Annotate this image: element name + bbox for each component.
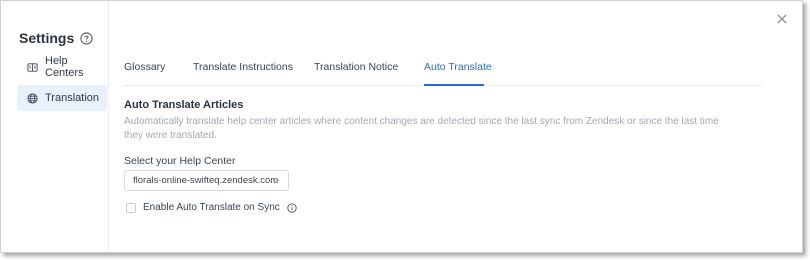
tab-translation-notice[interactable]: Translation Notice: [314, 61, 398, 73]
settings-title: Settings: [19, 30, 93, 46]
active-tab-indicator: [424, 84, 484, 86]
tab-translate-instructions[interactable]: Translate Instructions: [193, 61, 293, 73]
section-description: Automatically translate help center arti…: [124, 116, 719, 141]
enable-auto-translate-label[interactable]: Enable Auto Translate on Sync: [143, 202, 280, 213]
sidebar-item-translation[interactable]: Translation: [17, 85, 107, 111]
globe-icon: [27, 92, 38, 104]
enable-auto-translate-row: Enable Auto Translate on Sync: [126, 202, 297, 213]
enable-auto-translate-checkbox[interactable]: [126, 202, 136, 213]
section-title: Auto Translate Articles: [124, 99, 244, 111]
help-center-select-label: Select your Help Center: [124, 155, 236, 167]
settings-sidebar: Settings Help Centers Translation: [1, 1, 109, 252]
settings-tabs: Glossary Translate Instructions Translat…: [124, 53, 762, 86]
book-icon: [27, 62, 38, 72]
tab-auto-translate[interactable]: Auto Translate: [424, 61, 492, 73]
chevron-down-icon: [272, 179, 280, 184]
help-circle-icon[interactable]: [80, 31, 93, 45]
sidebar-item-help-centers[interactable]: Help Centers: [17, 54, 107, 80]
sidebar-item-label: Translation: [45, 92, 100, 104]
sidebar-item-label: Help Centers: [45, 55, 84, 79]
info-icon[interactable]: [287, 202, 297, 213]
settings-dialog: Settings Help Centers Translation Glossa…: [0, 0, 803, 253]
settings-title-text: Settings: [19, 30, 75, 46]
close-icon[interactable]: [776, 13, 788, 25]
tab-glossary[interactable]: Glossary: [124, 61, 165, 73]
help-center-select[interactable]: florals-online-swifteq.zendesk.com: [124, 170, 289, 191]
help-center-select-value: florals-online-swifteq.zendesk.com: [133, 175, 279, 186]
